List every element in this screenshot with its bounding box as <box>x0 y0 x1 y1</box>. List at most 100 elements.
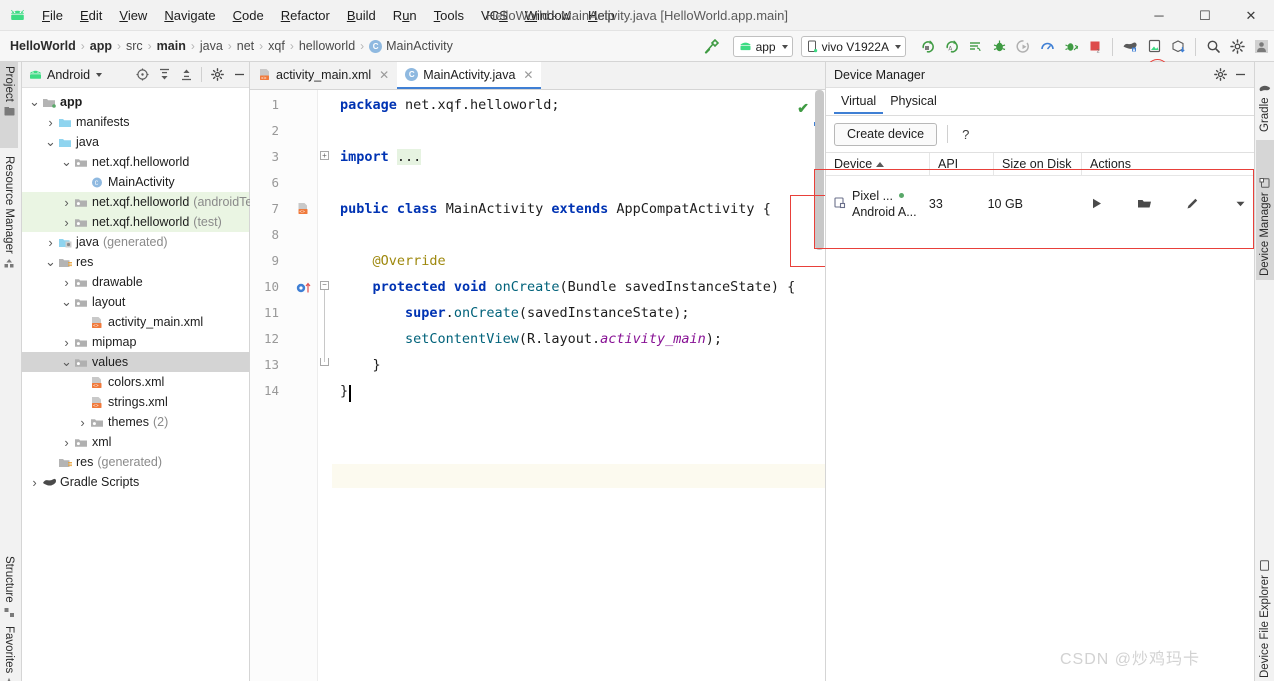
code-line[interactable]: protected void onCreate(Bundle savedInst… <box>340 280 796 295</box>
chevron-right-icon[interactable]: › <box>60 195 73 210</box>
menu-item-vcs[interactable]: VCS <box>473 5 516 26</box>
menu-item-help[interactable]: Help <box>580 5 623 26</box>
tree-node-net-xqf-helloworld[interactable]: ⌄ net.xqf.helloworld <box>22 152 249 172</box>
help-button[interactable]: ? <box>958 127 973 142</box>
menu-item-window[interactable]: Window <box>517 5 579 26</box>
code-editor[interactable]: 1 2 3 6 7 8 9 10 11 12 13 14 <> + − package net.xqf.… <box>250 90 825 681</box>
override-method-icon[interactable] <box>296 281 316 295</box>
editor-vertical-scrollbar[interactable] <box>815 90 824 250</box>
menu-item-code[interactable]: Code <box>225 5 272 26</box>
breadcrumb-item-6[interactable]: xqf <box>268 39 285 53</box>
launch-avd-icon[interactable] <box>1084 197 1110 210</box>
code-line[interactable]: setContentView(R.layout.activity_main); <box>340 332 722 347</box>
tree-node-drawable[interactable]: › drawable <box>22 272 249 292</box>
build-hammer-icon[interactable] <box>701 36 723 58</box>
maximize-button[interactable]: ☐ <box>1182 0 1228 31</box>
chevron-right-icon[interactable]: › <box>76 415 89 430</box>
menu-item-navigate[interactable]: Navigate <box>156 5 223 26</box>
menu-item-edit[interactable]: Edit <box>72 5 110 26</box>
tree-node-res[interactable]: res (generated) <box>22 452 249 472</box>
chevron-down-icon[interactable]: ⌄ <box>44 255 57 268</box>
sdk-manager-icon[interactable] <box>1119 36 1141 58</box>
breadcrumb-item-2[interactable]: src <box>126 39 143 53</box>
apply-code-changes-icon[interactable]: A <box>940 36 962 58</box>
menu-item-refactor[interactable]: Refactor <box>273 5 338 26</box>
column-header-actions[interactable]: Actions <box>1082 153 1254 175</box>
tree-node-net-xqf-helloworld[interactable]: › net.xqf.helloworld (androidTest) <box>22 192 266 212</box>
tab-virtual[interactable]: Virtual <box>834 90 884 114</box>
tree-node-app[interactable]: ⌄ app <box>22 92 249 112</box>
fold-collapse-method-icon[interactable]: − <box>320 281 329 290</box>
chevron-down-icon[interactable]: ⌄ <box>60 295 73 308</box>
column-header-size-on-disk[interactable]: Size on Disk <box>994 153 1082 175</box>
code-text-area[interactable]: package net.xqf.helloworld; import ... pub… <box>332 90 825 681</box>
project-tree[interactable]: ⌄ app › manifests ⌄ java ⌄ net.xqf.helloworld C M… <box>22 88 266 492</box>
editor-tab-mainactivity-java[interactable]: C MainActivity.java ✕ <box>397 62 542 89</box>
settings-gear-icon[interactable] <box>1226 36 1248 58</box>
breadcrumb-item-4[interactable]: java <box>200 39 223 53</box>
tree-node-strings-xml[interactable]: <> strings.xml <box>22 392 249 412</box>
attach-debugger-icon[interactable] <box>1012 36 1034 58</box>
code-line[interactable]: import ... <box>340 149 422 165</box>
hide-panel-icon[interactable] <box>1230 65 1250 85</box>
breadcrumb-item-7[interactable]: helloworld <box>299 39 355 53</box>
run-anything-icon[interactable] <box>1060 36 1082 58</box>
settings-gear-icon[interactable] <box>1210 65 1230 85</box>
chevron-right-icon[interactable]: › <box>44 235 57 250</box>
tree-node-colors-xml[interactable]: <> colors.xml <box>22 372 249 392</box>
tree-node-java[interactable]: › java (generated) <box>22 232 249 252</box>
debug-icon[interactable] <box>988 36 1010 58</box>
show-on-disk-icon[interactable] <box>1132 197 1158 210</box>
menu-item-file[interactable]: FFileile <box>34 5 71 26</box>
more-actions-icon[interactable] <box>1228 197 1254 210</box>
breadcrumb-item-1[interactable]: app <box>90 39 112 53</box>
stop-icon[interactable]: 2 <box>1084 36 1106 58</box>
account-icon[interactable] <box>1250 36 1272 58</box>
editor-gutter[interactable]: 1 2 3 6 7 8 9 10 11 12 13 14 <> <box>250 90 318 681</box>
code-line[interactable]: } <box>340 384 348 399</box>
edit-device-icon[interactable] <box>1180 197 1206 210</box>
select-opened-file-icon[interactable] <box>132 65 152 85</box>
tree-node-net-xqf-helloworld[interactable]: › net.xqf.helloworld (test) <box>22 212 249 232</box>
editor-fold-column[interactable]: + − <box>318 90 332 681</box>
menu-item-tools[interactable]: Tools <box>426 5 472 26</box>
tree-node-mainactivity[interactable]: C MainActivity <box>22 172 249 192</box>
settings-gear-icon[interactable] <box>207 65 227 85</box>
tree-node-xml[interactable]: › xml <box>22 432 249 452</box>
tree-node-gradle-scripts[interactable]: › Gradle Scripts <box>22 472 249 492</box>
fold-expand-imports-icon[interactable]: + <box>320 151 329 160</box>
breadcrumb-item-8[interactable]: MainActivity <box>386 39 453 53</box>
sidebar-item-favorites[interactable]: Favorites <box>0 622 18 681</box>
sidebar-item-device-manager[interactable]: Device Manager <box>1256 140 1274 280</box>
fold-range-end-icon[interactable] <box>320 358 329 366</box>
layout-xml-gutter-icon[interactable]: <> <box>296 202 310 216</box>
create-device-button[interactable]: Create device <box>834 122 938 146</box>
table-row[interactable]: Pixel ... Android A... 33 10 GB <box>826 175 1254 231</box>
chevron-right-icon[interactable]: › <box>60 435 73 450</box>
chevron-right-icon[interactable]: › <box>60 275 73 290</box>
hide-panel-icon[interactable] <box>229 65 249 85</box>
code-line[interactable]: @Override <box>340 254 446 269</box>
chevron-right-icon[interactable]: › <box>60 335 73 350</box>
chevron-down-icon[interactable]: ⌄ <box>60 355 73 368</box>
column-header-device[interactable]: Device <box>826 153 930 175</box>
chevron-down-icon[interactable]: ⌄ <box>60 155 73 168</box>
device-selector[interactable]: vivo V1922A <box>800 36 906 57</box>
breadcrumb-item-5[interactable]: net <box>237 39 254 53</box>
tree-node-values[interactable]: ⌄ values <box>22 352 249 372</box>
apply-changes-icon[interactable] <box>916 36 938 58</box>
minimize-button[interactable]: ─ <box>1136 0 1182 31</box>
tab-physical[interactable]: Physical <box>883 90 944 114</box>
chevron-right-icon[interactable]: › <box>28 475 41 490</box>
search-everywhere-icon[interactable] <box>1202 36 1224 58</box>
profiler-icon[interactable] <box>1036 36 1058 58</box>
project-view-selector[interactable]: Android <box>28 68 103 82</box>
menu-item-build[interactable]: Build <box>339 5 384 26</box>
device-manager-icon[interactable] <box>1143 36 1165 58</box>
code-line[interactable]: } <box>340 358 381 373</box>
code-line[interactable]: super.onCreate(savedInstanceState); <box>340 306 690 321</box>
collapse-all-icon[interactable] <box>176 65 196 85</box>
run-icon[interactable] <box>964 36 986 58</box>
sidebar-item-device-file-explorer[interactable]: Device File Explorer <box>1256 514 1274 681</box>
chevron-down-icon[interactable]: ⌄ <box>44 135 57 148</box>
